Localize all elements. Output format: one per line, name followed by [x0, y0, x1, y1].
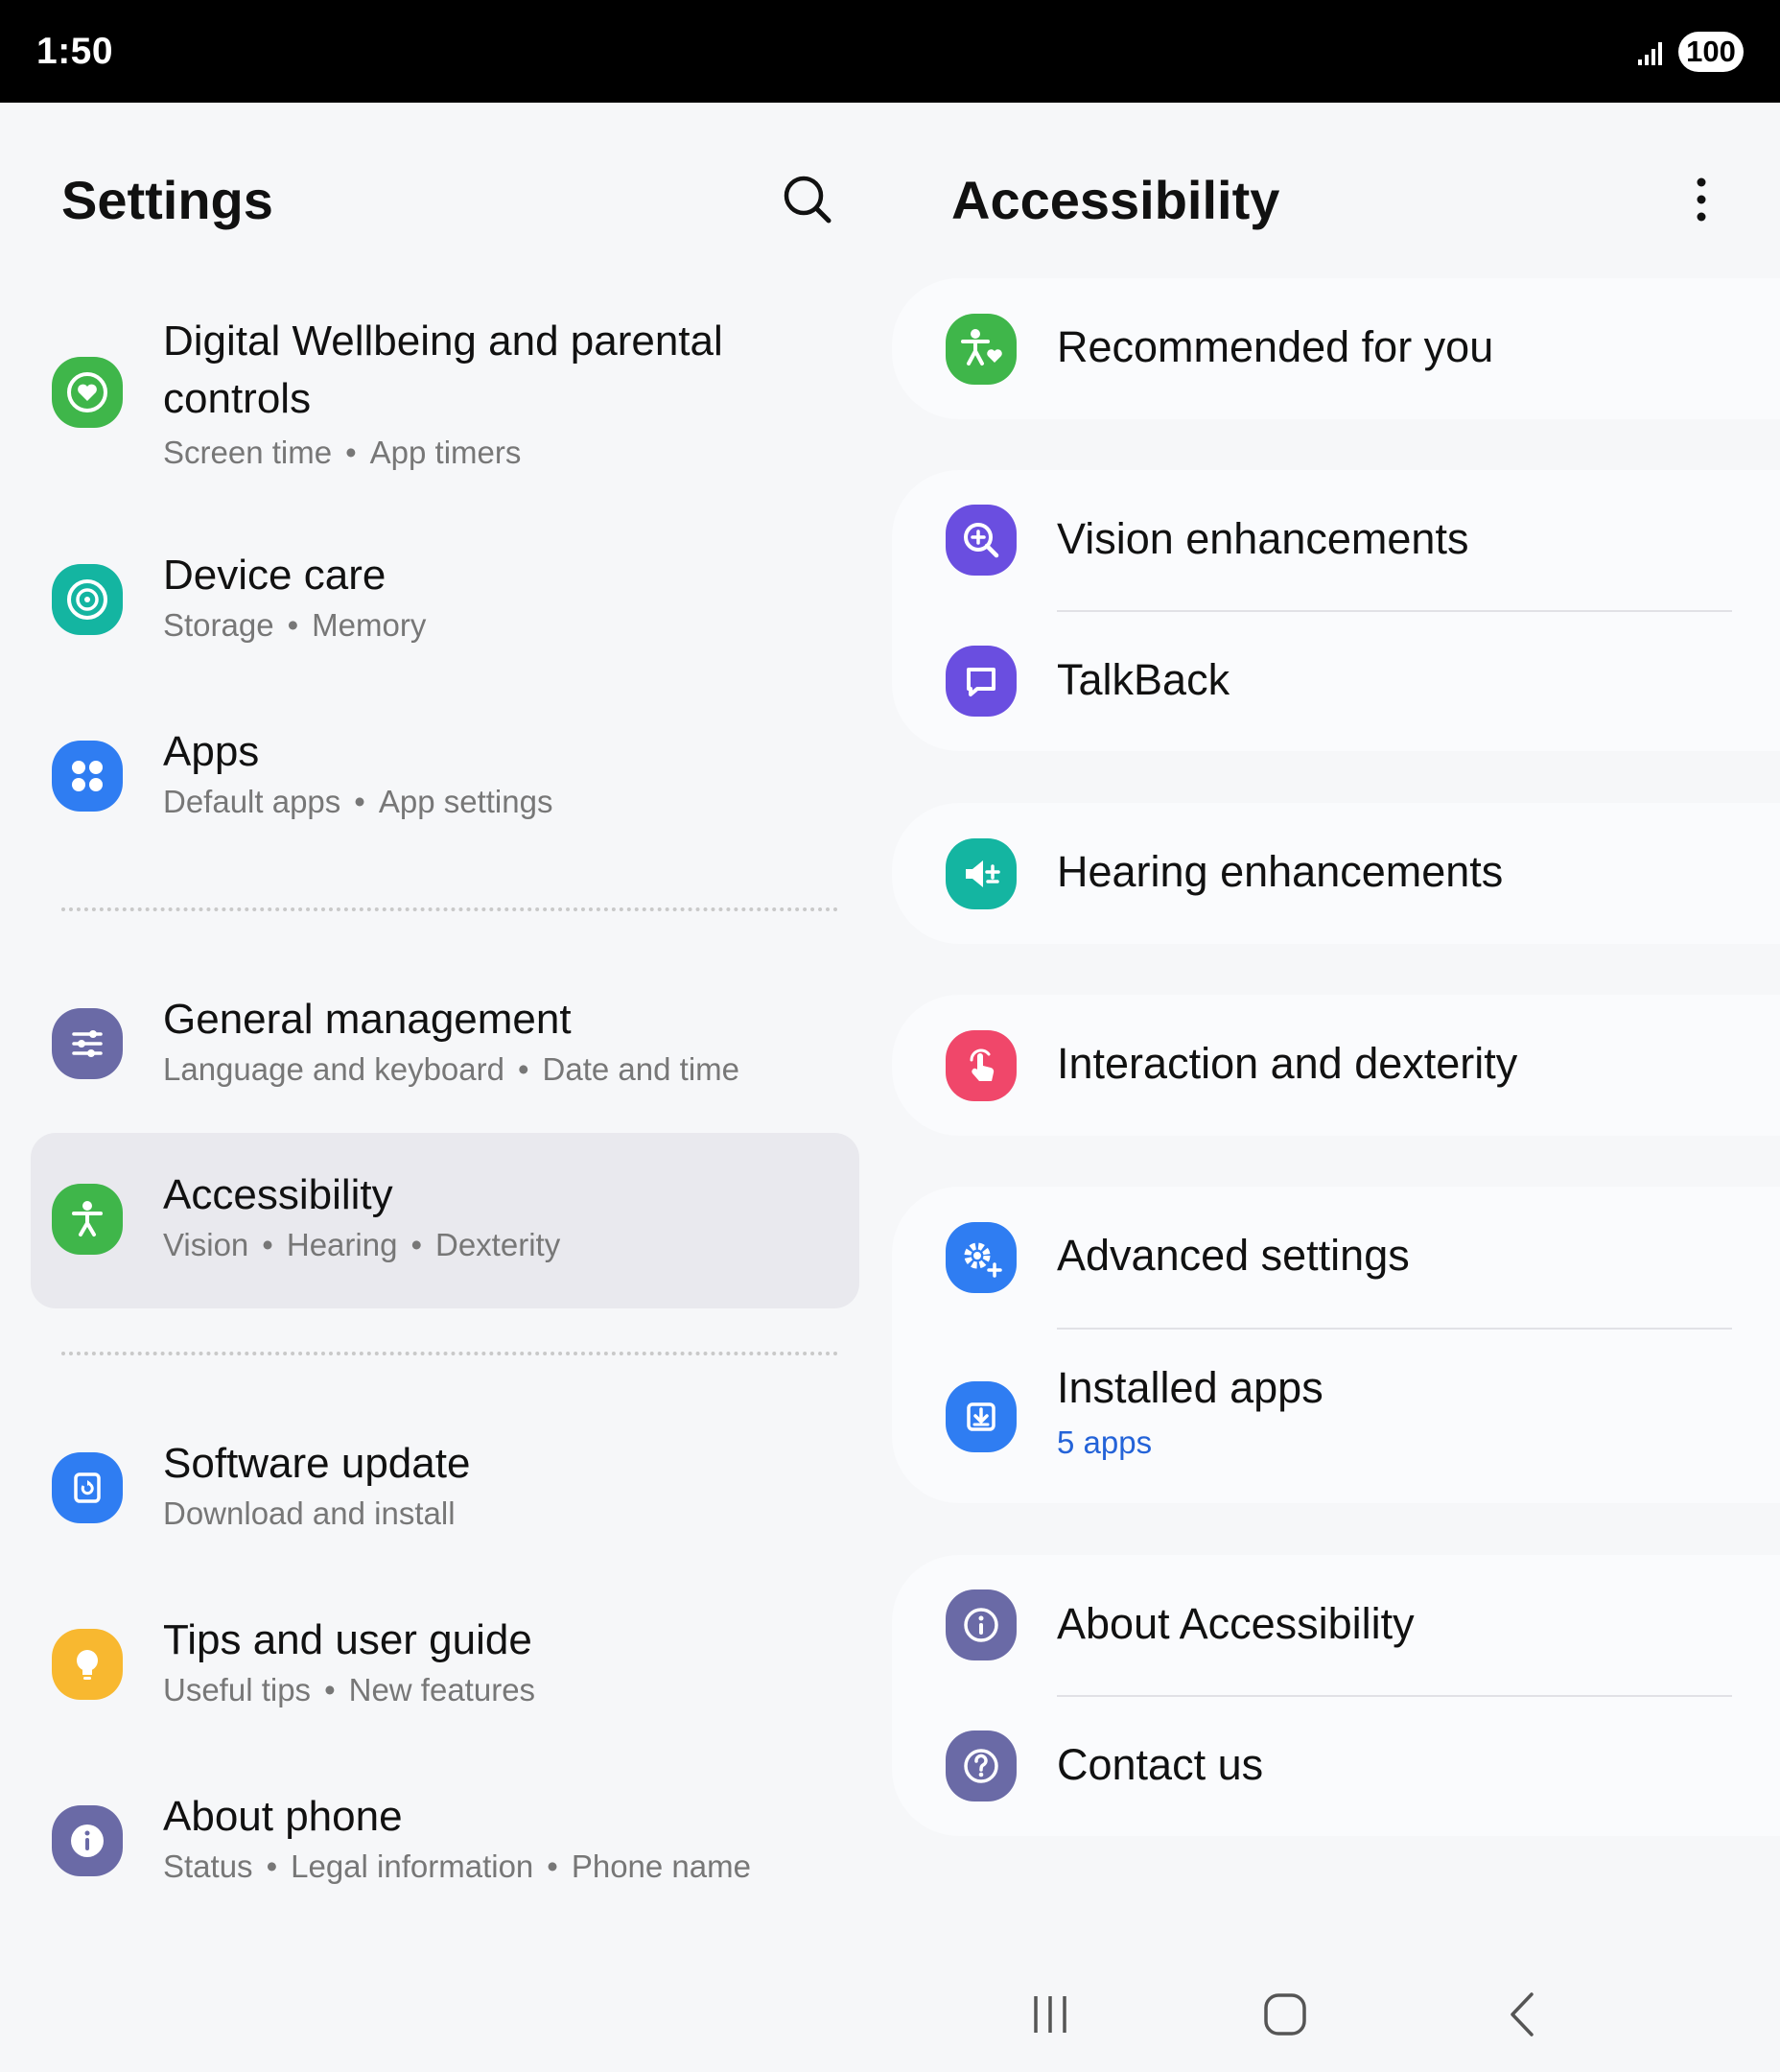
back-icon — [1511, 1992, 1534, 2037]
card-hearing: Hearing enhancements — [892, 803, 1780, 944]
download-icon — [946, 1381, 1017, 1452]
item-subtitle: Default apps • App settings — [163, 784, 553, 819]
gear-plus-icon — [946, 1222, 1017, 1293]
recents-button[interactable] — [1012, 1957, 1089, 2072]
settings-item-accessibility[interactable]: Accessibility Vision • Hearing • Dexterity — [31, 1166, 859, 1282]
row-contact-us[interactable]: Contact us — [892, 1696, 1780, 1836]
item-subtitle: Status • Legal information • Phone name — [163, 1848, 751, 1884]
settings-item-about-phone[interactable]: About phone Status • Legal information • Pho… — [31, 1788, 859, 1903]
row-interaction-dexterity[interactable]: Interaction and dexterity — [892, 995, 1780, 1136]
signal-icon — [1638, 42, 1662, 65]
row-hearing-enhancements[interactable]: Hearing enhancements — [892, 803, 1780, 944]
row-label: Installed apps — [1057, 1363, 1323, 1412]
device-care-icon — [52, 564, 123, 635]
row-label: TalkBack — [1057, 655, 1230, 704]
question-icon — [946, 1731, 1017, 1801]
row-label: Interaction and dexterity — [1057, 1039, 1518, 1088]
settings-item-software-update[interactable]: Software update Download and install — [31, 1435, 859, 1550]
row-about-accessibility[interactable]: About Accessibility — [892, 1555, 1780, 1695]
item-title: General management — [163, 996, 572, 1043]
search-icon[interactable] — [777, 169, 838, 230]
card-about: About Accessibility Contact us — [892, 1555, 1780, 1836]
item-title: Device care — [163, 552, 386, 599]
item-title: Accessibility — [163, 1171, 393, 1218]
back-button[interactable] — [1485, 1957, 1561, 2072]
item-subtitle: Download and install — [163, 1495, 456, 1531]
settings-item-digital-wellbeing[interactable]: Digital Wellbeing and parental controls … — [31, 313, 859, 476]
row-subtitle: 5 apps — [1057, 1424, 1153, 1460]
card-vision: Vision enhancements TalkBack — [892, 470, 1780, 751]
item-subtitle: Storage • Memory — [163, 607, 427, 643]
settings-item-device-care[interactable]: Device care Storage • Memory — [31, 547, 859, 662]
row-label: Hearing enhancements — [1057, 847, 1504, 896]
row-installed-apps[interactable]: Installed apps 5 apps — [892, 1329, 1780, 1503]
wellbeing-icon — [52, 357, 123, 428]
accessibility-icon — [52, 1184, 123, 1255]
info-icon — [52, 1805, 123, 1876]
section-divider — [61, 1352, 838, 1355]
magnifier-plus-icon — [946, 505, 1017, 576]
software-update-icon — [52, 1452, 123, 1523]
row-recommended[interactable]: Recommended for you — [892, 278, 1780, 419]
row-vision-enhancements[interactable]: Vision enhancements — [892, 470, 1780, 610]
status-bar: 1:50 100 — [0, 0, 1780, 103]
item-title: Software update — [163, 1440, 471, 1487]
accessibility-heart-icon — [946, 314, 1017, 385]
info-icon — [946, 1589, 1017, 1660]
row-talkback[interactable]: TalkBack — [892, 611, 1780, 751]
item-subtitle: Useful tips • New features — [163, 1672, 536, 1707]
item-title: Digital Wellbeing and parental controls — [163, 318, 723, 422]
row-label: Advanced settings — [1057, 1231, 1410, 1280]
card-recommended: Recommended for you — [892, 278, 1780, 419]
page-title: Settings — [61, 170, 273, 230]
more-options-icon[interactable] — [1682, 169, 1721, 230]
row-label: Recommended for you — [1057, 322, 1494, 371]
item-title: Tips and user guide — [163, 1616, 532, 1663]
item-subtitle: Screen time • App timers — [163, 435, 522, 470]
card-interaction: Interaction and dexterity — [892, 995, 1780, 1136]
touch-hand-icon — [946, 1030, 1017, 1101]
item-title: About phone — [163, 1793, 403, 1840]
apps-icon — [52, 741, 123, 812]
home-icon — [1264, 1993, 1306, 2036]
card-advanced: Advanced settings Installed apps 5 apps — [892, 1187, 1780, 1503]
home-button[interactable] — [1247, 1957, 1323, 2072]
chat-bubble-icon — [946, 646, 1017, 717]
speaker-plus-icon — [946, 838, 1017, 909]
section-divider — [61, 907, 838, 911]
row-advanced-settings[interactable]: Advanced settings — [892, 1187, 1780, 1328]
settings-item-tips[interactable]: Tips and user guide Useful tips • New feat… — [31, 1612, 859, 1727]
item-title: Apps — [163, 728, 260, 775]
recents-icon — [1034, 1996, 1066, 2033]
settings-item-apps[interactable]: Apps Default apps • App settings — [31, 723, 859, 838]
item-subtitle: Vision • Hearing • Dexterity — [163, 1227, 561, 1262]
row-label: Contact us — [1057, 1740, 1264, 1789]
battery-indicator: 100 — [1678, 32, 1744, 72]
status-time: 1:50 — [36, 31, 114, 72]
navigation-bar — [0, 1957, 1780, 2072]
row-label: Vision enhancements — [1057, 514, 1469, 563]
lightbulb-icon — [52, 1629, 123, 1700]
row-label: About Accessibility — [1057, 1599, 1415, 1648]
item-subtitle: Language and keyboard • Date and time — [163, 1051, 739, 1087]
detail-title: Accessibility — [951, 170, 1280, 230]
sliders-icon — [52, 1008, 123, 1079]
settings-item-general-management[interactable]: General management Language and keyboard… — [31, 991, 859, 1106]
